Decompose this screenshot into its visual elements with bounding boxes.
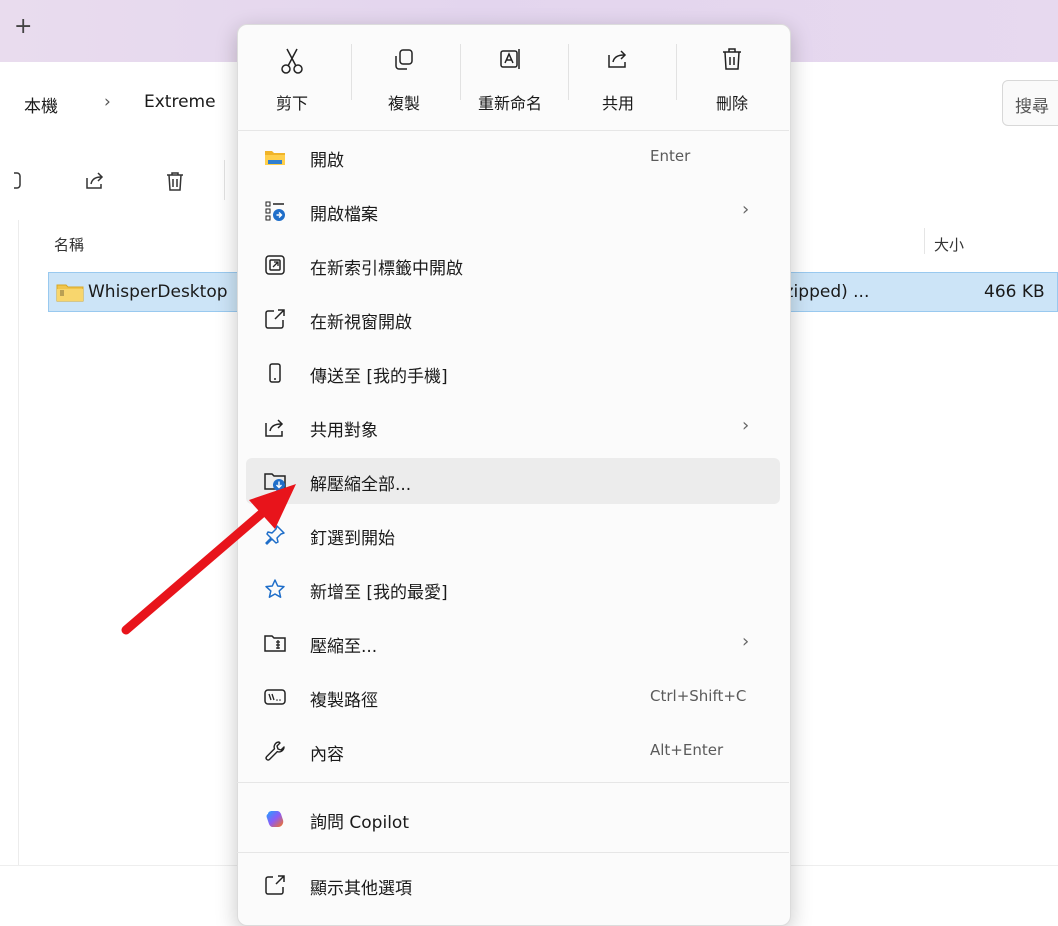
menu-item-shortcut: Enter [650, 147, 691, 165]
menu-item-add-to-favorites[interactable]: 新增至 [我的最愛] [246, 566, 780, 612]
column-header-name[interactable]: 名稱 [54, 234, 84, 255]
menu-item-label: 在新索引標籤中開啟 [310, 259, 463, 279]
menu-divider [237, 130, 789, 131]
new-window-icon [264, 308, 286, 330]
breadcrumb-separator: › [104, 92, 111, 112]
search-input[interactable]: 搜尋 [1002, 80, 1058, 126]
menu-item-open-new-tab[interactable]: 在新索引標籤中開啟 [246, 242, 780, 288]
menu-item-extract-all[interactable]: 解壓縮全部... [246, 458, 780, 504]
menu-item-send-to-phone[interactable]: 傳送至 [我的手機] [246, 350, 780, 396]
menu-item-open-new-window[interactable]: 在新視窗開啟 [246, 296, 780, 342]
quick-action-separator [460, 44, 461, 100]
file-name: WhisperDesktop [88, 282, 228, 302]
share-icon [606, 46, 630, 80]
menu-item-label: 顯示其他選項 [310, 879, 412, 899]
phone-icon [264, 362, 286, 384]
menu-item-label: 複製路徑 [310, 691, 378, 711]
share-button[interactable]: 共用 [580, 44, 656, 114]
menu-item-label: 壓縮至... [310, 637, 378, 657]
trash-icon[interactable] [164, 170, 186, 196]
copy-icon[interactable] [7, 170, 36, 196]
menu-item-pin-to-start[interactable]: 釘選到開始 [246, 512, 780, 558]
copy-path-icon [264, 686, 286, 708]
menu-item-open-with[interactable]: 開啟檔案 › [246, 188, 780, 234]
menu-item-show-more-options[interactable]: 顯示其他選項 [246, 862, 780, 908]
more-options-icon [264, 874, 286, 896]
chevron-right-icon: › [742, 415, 750, 436]
copy-label: 複製 [387, 94, 420, 113]
pin-icon [264, 524, 286, 546]
delete-label: 刪除 [715, 94, 748, 113]
column-header-size[interactable]: 大小 [934, 234, 964, 255]
menu-item-label: 共用對象 [310, 421, 378, 441]
cut-button[interactable]: 剪下 [254, 44, 330, 114]
menu-item-label: 內容 [310, 745, 344, 765]
menu-item-label: 在新視窗開啟 [310, 313, 412, 333]
search-placeholder: 搜尋 [1015, 97, 1049, 117]
breadcrumb-this-pc[interactable]: 本機 [24, 92, 58, 117]
menu-item-ask-copilot[interactable]: 詢問 Copilot [246, 796, 780, 842]
breadcrumb-drive[interactable]: Extreme [144, 92, 216, 112]
extract-icon [264, 470, 286, 492]
copy-button[interactable]: 複製 [366, 44, 442, 114]
column-separator[interactable] [924, 228, 925, 254]
chevron-right-icon: › [742, 199, 750, 220]
menu-divider [237, 782, 789, 783]
menu-item-label: 釘選到開始 [310, 529, 395, 549]
chevron-right-icon: › [742, 631, 750, 652]
toolbar-separator [224, 160, 225, 200]
rename-label: 重新命名 [477, 94, 542, 113]
menu-item-shortcut: Ctrl+Shift+C [650, 687, 747, 705]
menu-item-open[interactable]: 開啟 Enter [246, 134, 780, 180]
delete-button[interactable]: 刪除 [694, 44, 770, 114]
menu-item-copy-path[interactable]: 複製路徑 Ctrl+Shift+C [246, 674, 780, 720]
cut-label: 剪下 [275, 94, 308, 113]
file-size: 466 KB [984, 282, 1045, 302]
menu-divider [237, 852, 789, 853]
trash-icon [720, 46, 744, 80]
menu-item-label: 解壓縮全部... [310, 475, 412, 495]
scissors-icon [280, 46, 304, 80]
quick-action-separator [568, 44, 569, 100]
menu-item-share-with[interactable]: 共用對象 › [246, 404, 780, 450]
menu-item-shortcut: Alt+Enter [650, 741, 724, 759]
menu-item-label: 新增至 [我的最愛] [310, 583, 448, 603]
wrench-icon [264, 740, 286, 762]
zip-folder-icon [264, 632, 286, 654]
file-type: (zipped) ... [778, 282, 870, 302]
star-icon [264, 578, 286, 600]
menu-item-label: 開啟檔案 [310, 205, 378, 225]
rename-button[interactable]: 重新命名 [472, 44, 548, 114]
open-with-icon [264, 200, 286, 222]
copilot-icon [264, 808, 286, 830]
quick-action-separator [351, 44, 352, 100]
share-icon [264, 416, 286, 438]
menu-item-properties[interactable]: 內容 Alt+Enter [246, 728, 780, 774]
share-label: 共用 [601, 94, 634, 113]
zip-folder-icon [56, 281, 84, 307]
menu-item-label: 傳送至 [我的手機] [310, 367, 448, 387]
quick-action-separator [676, 44, 677, 100]
new-tab-icon [264, 254, 286, 276]
rename-icon [498, 46, 522, 80]
folder-icon [264, 146, 286, 168]
menu-item-label: 詢問 Copilot [310, 813, 409, 833]
share-icon[interactable] [84, 170, 106, 196]
new-tab-button[interactable]: + [14, 16, 32, 38]
menu-item-compress-to[interactable]: 壓縮至... › [246, 620, 780, 666]
menu-item-label: 開啟 [310, 151, 344, 171]
copy-icon [392, 46, 416, 80]
